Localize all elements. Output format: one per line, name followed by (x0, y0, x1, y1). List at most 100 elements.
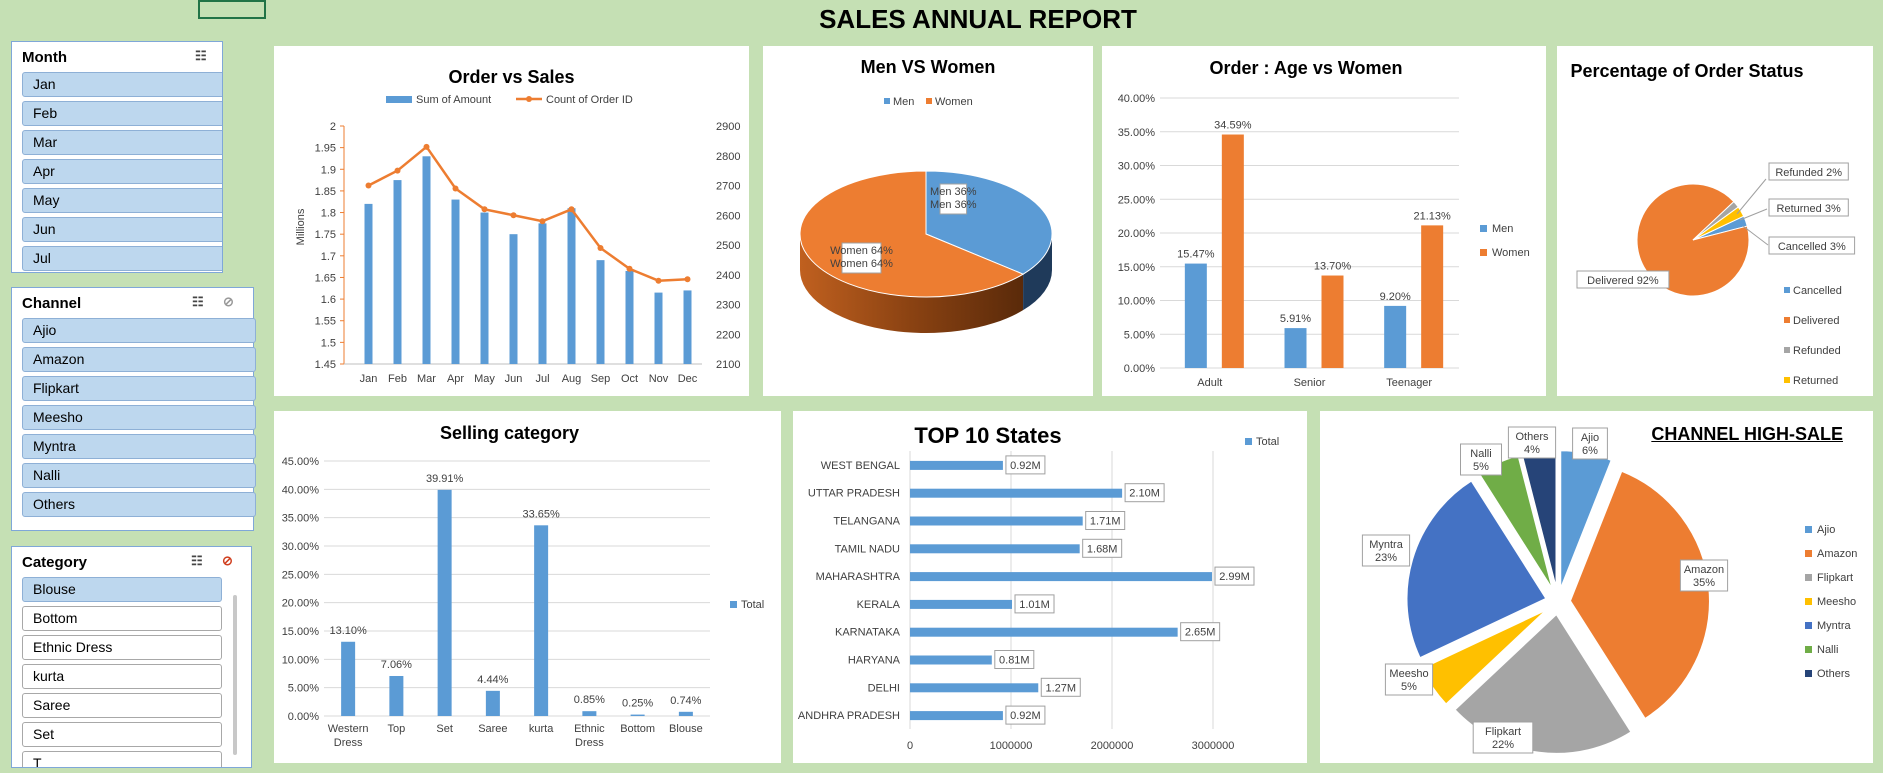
y-tick-label: 0.00% (1124, 363, 1155, 375)
y-tick-label: 30.00% (282, 541, 320, 553)
month-slicer-item[interactable]: Jul (22, 246, 222, 271)
legend-label: Count of Order ID (546, 94, 633, 106)
top-10-states-chart: 0 1000000 2000000 3000000 WEST BENGAL 0.92M UT… (798, 436, 1279, 752)
bar (683, 290, 692, 364)
category-slicer-item[interactable]: Saree (22, 693, 222, 718)
month-slicer-item[interactable]: Apr (22, 159, 222, 184)
bar (485, 690, 500, 716)
channel-high-sale-panel: CHANNEL HIGH-SALE Ajio 6% Amazon 35% Flipkar… (1320, 411, 1873, 763)
category-slicer-item[interactable]: Set (22, 722, 222, 747)
channel-slicer-item[interactable]: Myntra (22, 434, 256, 459)
category-scrollbar[interactable] (233, 595, 237, 755)
legend-swatch (1805, 574, 1812, 581)
channel-slicer[interactable]: Channel ☷ ⊘ Ajio Amazon Flipkart Meesho Mynt… (11, 287, 256, 531)
multi-select-icon[interactable]: ☷ (191, 553, 203, 569)
data-label: 33.65% (522, 508, 560, 520)
right-tick-label: 2300 (716, 300, 740, 312)
line-point (539, 218, 546, 225)
month-slicer-item[interactable]: Mar (22, 130, 222, 155)
bar (1384, 305, 1407, 368)
y-tick-label: 20.00% (282, 598, 320, 610)
channel-slicer-item[interactable]: Ajio (22, 318, 256, 343)
bar (341, 641, 356, 716)
category-slicer[interactable]: Category ☷ ⊘ Blouse Bottom Ethnic Dress kur… (11, 546, 252, 768)
right-tick-label: 2800 (716, 151, 740, 163)
category-slicer-item[interactable]: Ethnic Dress (22, 635, 222, 660)
multi-select-icon[interactable]: ☷ (192, 294, 204, 310)
y-tick-label: 45.00% (282, 456, 320, 468)
category-slicer-item[interactable]: kurta (22, 664, 222, 689)
x-tick-label: Jul (535, 373, 549, 385)
category-slicer-item[interactable]: Bottom (22, 606, 222, 631)
bar (538, 223, 547, 364)
data-label: 0.74% (670, 695, 701, 707)
legend-label: Refunded (1793, 345, 1841, 357)
x-tick-label: Apr (447, 373, 464, 385)
bar (1221, 134, 1244, 368)
line-point (626, 265, 633, 272)
data-label: 0.92M (1010, 460, 1041, 472)
x-tick-label: Aug (562, 373, 582, 385)
clear-filter-icon[interactable]: ⊘ (222, 553, 233, 569)
x-tick-label: May (474, 373, 495, 385)
month-slicer-item[interactable]: May (22, 188, 222, 213)
x-tick-label: Jun (505, 373, 523, 385)
y-tick-label: TELANGANA (833, 516, 900, 528)
bar (567, 208, 576, 364)
month-slicer-item[interactable]: Jan (22, 72, 222, 97)
y-tick-label: 25.00% (282, 569, 320, 581)
x-tick-label: 0 (907, 740, 913, 752)
channel-slicer-item[interactable]: Amazon (22, 347, 256, 372)
data-label: 7.06% (381, 659, 412, 671)
channel-slicer-item[interactable]: Flipkart (22, 376, 256, 401)
bar (625, 270, 634, 364)
data-label: 0.92M (1010, 710, 1041, 722)
y-tick-label: 15.00% (282, 626, 320, 638)
legend-swatch (1480, 225, 1487, 232)
data-label: 13.70% (1314, 261, 1352, 273)
multi-select-icon[interactable]: ☷ (195, 48, 207, 64)
x-tick-label: Western Dress (328, 723, 369, 749)
data-label: 9.20% (1380, 291, 1411, 303)
y-tick-label: 40.00% (282, 484, 320, 496)
legend-label: Total (1256, 436, 1279, 448)
x-tick-label: Jan (360, 373, 378, 385)
line-point (452, 185, 459, 192)
channel-slicer-item[interactable]: Meesho (22, 405, 256, 430)
left-tick-label: 1.55 (315, 316, 336, 328)
y-tick-label: DELHI (868, 682, 900, 694)
legend-swatch (1784, 377, 1790, 383)
y-tick-label: 5.00% (1124, 329, 1155, 341)
age-vs-women-chart: 0.00% 5.00% 10.00% 15.00% 20.00% 25.00% 30.00%… (1118, 93, 1530, 389)
legend-label: Ajio (1817, 524, 1835, 536)
y-tick-label: HARYANA (848, 655, 901, 667)
bar (910, 627, 1178, 637)
channel-slicer-item[interactable]: Others (22, 492, 256, 517)
left-tick-label: 1.45 (315, 359, 336, 371)
month-slicer-item[interactable]: Feb (22, 101, 222, 126)
y-tick-label: MAHARASHTRA (816, 571, 901, 583)
month-slicer-item[interactable]: Jun (22, 217, 222, 242)
line-point (423, 143, 430, 150)
channel-slicer-item[interactable]: Nalli (22, 463, 256, 488)
bar (509, 234, 518, 364)
bar (910, 599, 1013, 609)
legend-label: Cancelled (1793, 285, 1842, 297)
category-slicer-item[interactable]: Blouse (22, 577, 222, 602)
data-label: 1.01M (1019, 599, 1050, 611)
legend-swatch (1784, 347, 1790, 353)
category-slicer-item[interactable]: T (22, 751, 222, 767)
month-slicer-title: Month (22, 49, 67, 66)
legend-swatch (1245, 438, 1252, 445)
bar (451, 199, 460, 364)
bar (910, 711, 1003, 721)
month-slicer[interactable]: Month ☷ ⊘ JanFebMarAprMayJunJul (11, 41, 223, 273)
legend-swatch (1784, 287, 1790, 293)
clear-filter-icon[interactable]: ⊘ (223, 294, 234, 310)
legend-label: Nalli (1817, 644, 1838, 656)
bar (1321, 275, 1344, 368)
category-slicer-title: Category (22, 554, 88, 571)
legend-swatch (926, 98, 932, 104)
x-tick-label: Blouse (669, 723, 703, 735)
bar (437, 489, 452, 716)
